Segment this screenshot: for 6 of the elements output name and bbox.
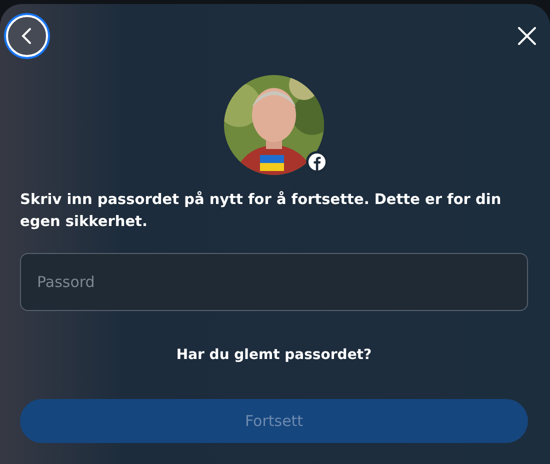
- facebook-icon: [306, 151, 328, 173]
- forgot-password-link[interactable]: Har du glemt passordet?: [176, 347, 372, 363]
- prompt-text: Skriv inn passordet på nytt for å fortsette. Dette er for din egen sikkerhet.: [20, 190, 502, 232]
- close-icon: [518, 27, 536, 45]
- back-button[interactable]: [6, 15, 48, 57]
- password-field[interactable]: Passord: [20, 253, 528, 311]
